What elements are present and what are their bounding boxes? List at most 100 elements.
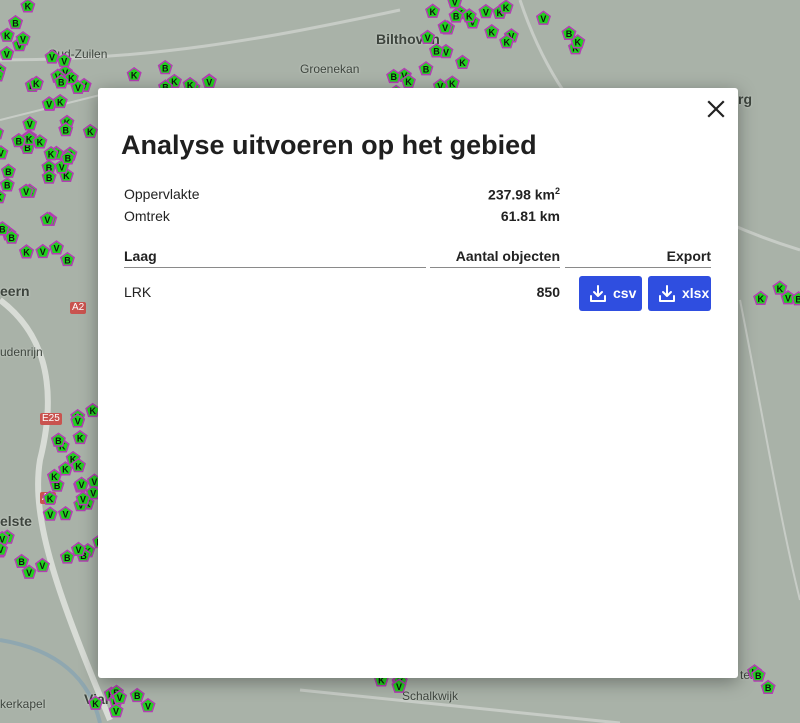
map-marker[interactable]: V [70, 541, 87, 557]
map-marker[interactable]: B [14, 553, 30, 569]
svg-text:K: K [26, 135, 33, 145]
map-marker[interactable]: V [15, 31, 31, 46]
svg-text:B: B [46, 173, 53, 183]
map-marker[interactable]: V [44, 49, 60, 64]
svg-text:B: B [765, 683, 772, 693]
svg-text:V: V [80, 495, 86, 505]
map-marker[interactable]: V [420, 29, 436, 44]
map-marker[interactable]: V [35, 243, 51, 259]
svg-text:V: V [442, 23, 448, 33]
map-marker[interactable]: K [498, 0, 514, 14]
perimeter-value: 61.81 km [500, 208, 560, 224]
svg-text:V: V [78, 480, 84, 490]
map-marker[interactable]: B [157, 59, 173, 75]
svg-text:K: K [89, 406, 96, 416]
map-marker[interactable]: B [129, 687, 145, 703]
map-marker[interactable]: B [561, 25, 577, 40]
map-marker[interactable]: K [444, 75, 460, 90]
svg-text:B: B [453, 12, 460, 22]
map-marker[interactable]: K [82, 123, 98, 139]
svg-text:V: V [425, 33, 431, 43]
map-marker[interactable]: V [140, 697, 156, 713]
svg-text:K: K [777, 284, 784, 294]
map-marker[interactable]: K [0, 189, 7, 204]
area-value: 237.98 km2 [488, 186, 560, 203]
map-marker[interactable]: K [46, 468, 62, 484]
map-marker[interactable]: K [484, 23, 500, 39]
map-marker[interactable]: V [48, 240, 64, 255]
svg-text:V: V [117, 693, 123, 703]
map-marker[interactable]: B [760, 679, 776, 695]
svg-text:V: V [26, 568, 32, 578]
close-button[interactable] [704, 97, 728, 121]
map-marker[interactable]: V [447, 0, 463, 9]
map-marker[interactable]: V [56, 52, 72, 68]
count-cell: 850 [536, 284, 560, 300]
svg-text:B: B [423, 65, 430, 75]
area-unit-superscript: 2 [554, 186, 560, 196]
svg-text:V: V [396, 682, 402, 692]
map-marker[interactable]: V [0, 45, 15, 61]
svg-text:B: B [18, 557, 25, 567]
svg-text:V: V [46, 100, 52, 110]
map-marker[interactable]: V [57, 505, 73, 521]
map-marker[interactable]: K [0, 126, 5, 140]
svg-text:B: B [58, 78, 65, 88]
map-marker[interactable]: V [34, 557, 50, 573]
map-marker[interactable]: K [772, 280, 788, 295]
svg-text:K: K [503, 3, 510, 13]
map-marker[interactable]: B [0, 163, 16, 178]
svg-text:B: B [16, 136, 23, 146]
svg-text:K: K [33, 79, 40, 89]
export-xlsx-label: xlsx [682, 285, 710, 301]
svg-text:B: B [8, 233, 15, 243]
map-marker[interactable]: B [428, 43, 444, 58]
download-icon [659, 285, 675, 302]
map-marker[interactable]: K [0, 27, 15, 42]
map-marker[interactable]: B [418, 61, 434, 76]
download-icon [590, 285, 606, 302]
svg-text:V: V [145, 701, 151, 711]
map-marker[interactable]: K [425, 3, 441, 18]
map-marker[interactable]: V [42, 506, 58, 521]
svg-text:V: V [40, 247, 46, 257]
map-marker[interactable]: K [455, 54, 471, 70]
map-marker[interactable]: B [59, 549, 75, 564]
map-marker[interactable]: V [0, 145, 9, 160]
svg-text:K: K [62, 465, 69, 475]
svg-text:K: K [68, 74, 75, 84]
svg-text:V: V [4, 49, 10, 59]
map-marker[interactable]: V [22, 116, 38, 131]
map-marker[interactable]: B [59, 251, 75, 267]
map-marker[interactable]: K [42, 490, 58, 505]
map-marker[interactable]: B [50, 432, 66, 447]
svg-text:V: V [39, 561, 45, 571]
map-marker[interactable]: V [535, 10, 551, 25]
map-marker[interactable]: B [0, 177, 15, 192]
svg-text:K: K [23, 248, 30, 258]
svg-text:V: V [452, 0, 458, 7]
map-marker[interactable]: K [52, 93, 68, 109]
map-marker[interactable]: V [478, 3, 494, 19]
map-marker[interactable]: K [753, 290, 769, 305]
column-header-count: Aantal objecten [430, 248, 560, 268]
svg-text:V: V [75, 83, 81, 93]
svg-text:K: K [405, 77, 412, 87]
map-marker[interactable]: B [8, 14, 24, 30]
map-marker[interactable]: K [72, 429, 88, 445]
export-xlsx-button[interactable]: xlsx [648, 276, 711, 311]
svg-text:K: K [51, 472, 58, 482]
map-marker[interactable]: B [0, 221, 10, 236]
svg-text:B: B [390, 72, 397, 82]
svg-text:K: K [75, 461, 82, 471]
map-marker[interactable]: K [126, 66, 142, 82]
map-marker[interactable]: K [18, 244, 35, 259]
svg-text:B: B [0, 225, 6, 235]
export-csv-button[interactable]: csv [579, 276, 642, 311]
svg-text:V: V [47, 510, 53, 520]
svg-text:V: V [90, 488, 96, 498]
map-marker[interactable]: B [386, 68, 402, 84]
map-marker[interactable]: K [88, 695, 104, 710]
map-marker[interactable]: V [74, 476, 90, 491]
map-marker[interactable]: K [20, 0, 36, 13]
